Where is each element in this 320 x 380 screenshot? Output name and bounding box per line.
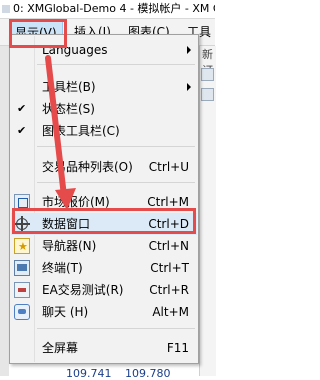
menu-separator <box>37 182 195 183</box>
navigator-icon: ★ <box>14 238 30 254</box>
menu-item-label: EA交易测试(R) <box>42 283 124 297</box>
menu-item-label: 市场报价(M) <box>42 195 110 209</box>
menu-item-languages[interactable]: Languages <box>11 39 197 61</box>
view-menu-dropdown: Languages 工具栏(B) ✔ 状态栏(S) ✔ 图表工具栏(C) 交易品… <box>9 34 199 364</box>
menu-item-label: 全屏幕 <box>42 341 79 355</box>
menu-item-label: 交易品种列表(O) <box>42 160 133 174</box>
menu-item-label: 图表工具栏(C) <box>42 124 120 138</box>
price-value: 109.741 <box>66 367 112 380</box>
toolbar-button[interactable] <box>201 68 214 81</box>
price-row: 109.741 109.780 <box>66 367 171 380</box>
menu-item-label: 聊天 (H) <box>42 305 89 319</box>
market-watch-icon <box>14 194 30 210</box>
menu-item-shortcut: Ctrl+M <box>147 195 189 209</box>
chat-icon <box>14 304 30 320</box>
window-title-bar: 0: XMGlobal-Demo 4 - 模拟帐户 - XM Gl <box>0 0 215 19</box>
menu-item-shortcut: Ctrl+T <box>150 261 189 275</box>
left-toolbar <box>0 46 9 376</box>
menu-item-label: Languages <box>42 43 108 57</box>
menu-separator <box>37 64 195 65</box>
menu-item-market-watch[interactable]: 市场报价(M) Ctrl+M <box>11 191 197 213</box>
menu-item-shortcut: Ctrl+R <box>149 283 189 297</box>
app-icon <box>2 5 10 13</box>
menu-item-chart-toolbar[interactable]: ✔ 图表工具栏(C) <box>11 120 197 142</box>
price-value: 109.780 <box>125 367 171 380</box>
menu-item-shortcut: Ctrl+D <box>148 217 189 231</box>
submenu-arrow-icon <box>187 46 191 54</box>
menu-item-status-bar[interactable]: ✔ 状态栏(S) <box>11 98 197 120</box>
menu-separator <box>37 146 195 147</box>
menu-item-navigator[interactable]: ★ 导航器(N) Ctrl+N <box>11 235 197 257</box>
menu-item-shortcut: Alt+M <box>152 305 189 319</box>
right-toolbar: 新订 <box>199 46 216 376</box>
menu-item-shortcut: F11 <box>166 341 189 355</box>
menu-item-label: 状态栏(S) <box>42 102 95 116</box>
checkmark-icon: ✔ <box>17 124 27 137</box>
menu-item-terminal[interactable]: 终端(T) Ctrl+T <box>11 257 197 279</box>
tester-icon <box>14 282 30 298</box>
checkmark-icon: ✔ <box>17 102 27 115</box>
menu-item-label: 导航器(N) <box>42 239 97 253</box>
menu-item-fullscreen[interactable]: 全屏幕 F11 <box>11 337 197 359</box>
menu-item-label: 工具栏(B) <box>42 80 96 94</box>
toolbar-button[interactable] <box>201 88 214 101</box>
menu-item-symbols[interactable]: 交易品种列表(O) Ctrl+U <box>11 156 197 178</box>
menu-item-data-window[interactable]: 数据窗口 Ctrl+D <box>11 213 197 235</box>
submenu-arrow-icon <box>187 83 191 91</box>
menu-item-label: 终端(T) <box>42 261 83 275</box>
menu-item-label: 数据窗口 <box>42 217 91 231</box>
menu-item-toolbars[interactable]: 工具栏(B) <box>11 76 197 98</box>
crosshair-icon <box>14 216 30 232</box>
menu-item-strategy-tester[interactable]: EA交易测试(R) Ctrl+R <box>11 279 197 301</box>
menu-item-chat[interactable]: 聊天 (H) Alt+M <box>11 301 197 323</box>
terminal-icon <box>14 260 30 276</box>
menu-separator <box>37 328 195 329</box>
menu-item-shortcut: Ctrl+U <box>148 160 189 174</box>
menu-item-shortcut: Ctrl+N <box>148 239 189 253</box>
window-title: 0: XMGlobal-Demo 4 - 模拟帐户 - XM Gl <box>13 2 215 15</box>
